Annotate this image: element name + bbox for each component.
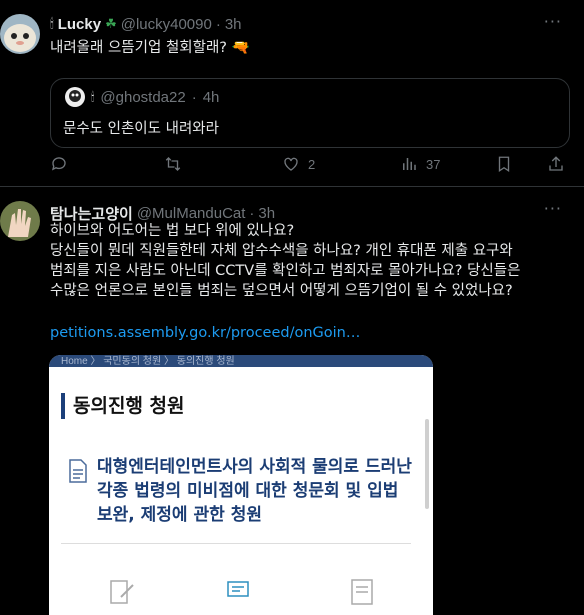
handle[interactable]: @lucky40090 (121, 16, 212, 33)
text-line: 범죄를 지은 사람도 아닌데 CCTV를 확인하고 범죄자로 몰아가나요? 당신… (50, 263, 521, 279)
text-line: 수많은 언론으로 본인들 범죄는 덮으면서 어떻게 으뜸기업이 될 수 있었나요… (50, 283, 513, 299)
card-heading: 동의진행 청원 (73, 395, 185, 417)
timestamp[interactable]: 3h (225, 16, 242, 33)
more-icon[interactable]: ··· (544, 199, 562, 218)
views-button[interactable]: 37 (400, 155, 440, 173)
reply-icon (51, 157, 66, 171)
quote-header: 🕯 @ghostda22 · 4h (65, 87, 219, 107)
breadcrumb: Home 〉 국민동의 청원 〉 동의진행 청원 (61, 356, 235, 367)
petition-link[interactable]: petitions.assembly.go.kr/proceed/onGoin… (50, 323, 360, 343)
tweet-text: 내려올래 으뜸기업 철회할래? 🔫 (50, 40, 250, 56)
reply-button[interactable] (50, 155, 68, 173)
separator-dot: · (215, 16, 221, 33)
divider (61, 543, 411, 544)
scrollbar (425, 419, 429, 509)
heading-accent (61, 393, 65, 419)
clover-icon: ☘ (105, 17, 117, 32)
timestamp[interactable]: 3h (258, 205, 275, 222)
text-line: 하이브와 어도어는 법 보다 위에 있나요? (50, 223, 295, 239)
quote-text: 문수도 인촌이도 내려와라 (63, 121, 219, 137)
tweet-1[interactable]: 🕯 Lucky ☘ @lucky40090 · 3h ··· 내려올래 으뜸기업… (0, 0, 584, 187)
link-card[interactable]: Home 〉 국민동의 청원 〉 동의진행 청원 동의진행 청원 대형엔터테인먼… (49, 355, 433, 615)
tweet-2[interactable]: 탐나는고양이 @MulManduCat · 3h ··· 하이브와 어도어는 법… (0, 187, 584, 615)
candle-icon: 🕯 (50, 17, 54, 32)
separator-dot: · (249, 205, 255, 222)
share-icon (549, 156, 563, 171)
like-icon (284, 157, 298, 171)
tweet-text: 하이브와 어도어는 법 보다 위에 있나요? 당신들이 뭔데 직원들한테 자체 … (50, 221, 520, 301)
avatar (65, 87, 85, 107)
avatar[interactable] (0, 14, 40, 54)
bookmark-icon (498, 156, 510, 173)
bookmark-button[interactable] (495, 155, 513, 173)
card-breadcrumb-bar: Home 〉 국민동의 청원 〉 동의진행 청원 (49, 355, 433, 367)
views-count: 37 (426, 156, 441, 172)
text-line: 당신들이 뭔데 직원들한테 자체 압수수색을 하나요? 개인 휴대폰 제출 요구… (50, 243, 513, 259)
quoted-tweet[interactable]: 🕯 @ghostda22 · 4h 문수도 인촌이도 내려와라 (50, 78, 570, 148)
share-button[interactable] (547, 155, 565, 173)
action-bar: 2 37 (50, 155, 570, 179)
tweet-header: 🕯 Lucky ☘ @lucky40090 · 3h (50, 16, 242, 33)
like-button[interactable]: 2 (282, 155, 315, 173)
more-icon[interactable]: ··· (544, 12, 562, 31)
display-name[interactable]: Lucky (58, 16, 101, 33)
views-icon (403, 158, 416, 170)
handle[interactable]: @MulManduCat (137, 205, 246, 222)
avatar[interactable] (0, 201, 40, 241)
retweet-icon (165, 157, 181, 171)
retweet-button[interactable] (164, 155, 182, 173)
quote-timestamp: 4h (202, 88, 220, 106)
separator-dot: · (191, 88, 197, 106)
candle-icon: 🕯 (91, 89, 95, 104)
petition-title: 대형엔터테인먼트사의 사회적 물의로 드러난 각종 법령의 미비점에 대한 청문… (97, 457, 412, 525)
document-icon (69, 459, 87, 483)
like-count: 2 (308, 156, 316, 172)
quote-handle: @ghostda22 (100, 88, 186, 106)
